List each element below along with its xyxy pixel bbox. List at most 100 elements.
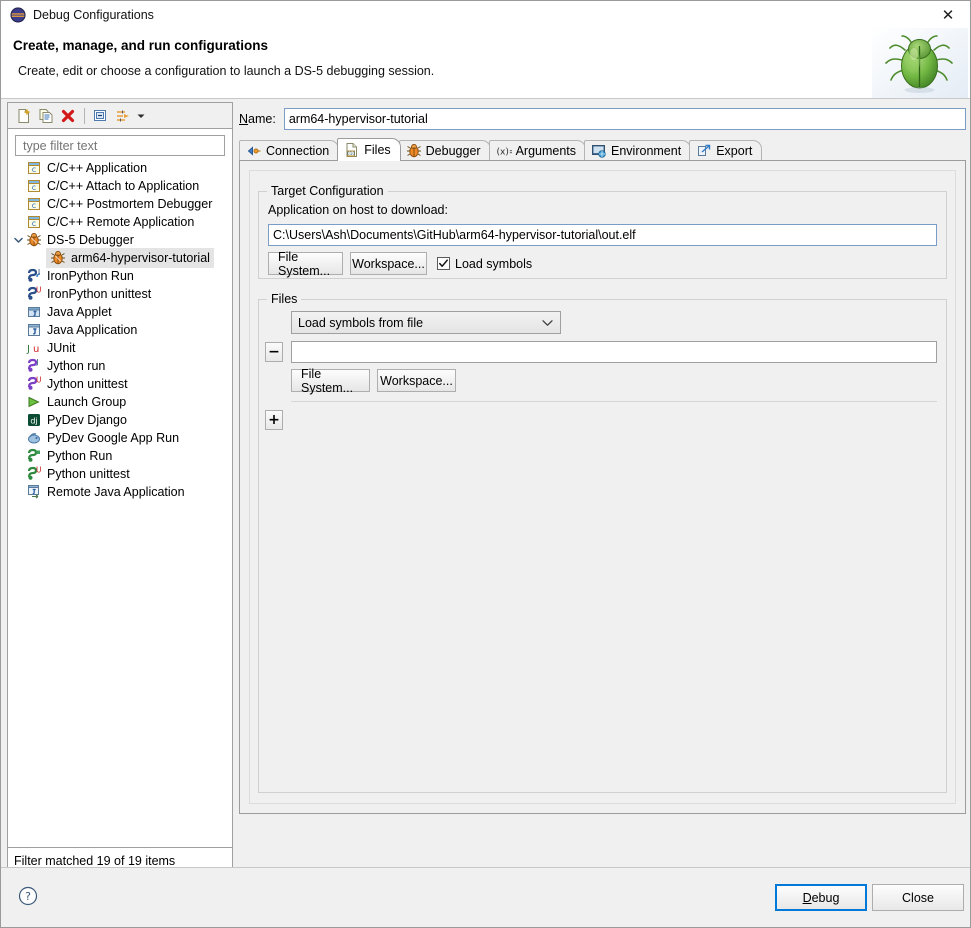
load-symbols-checkbox-wrapper[interactable]: Load symbols xyxy=(437,257,532,271)
tree-item-label: IronPython unittest xyxy=(47,287,152,301)
dialog-body: c C/C++ Application c C/C++ Attach to Ap… xyxy=(1,100,970,927)
load-symbols-label: Load symbols xyxy=(455,256,533,271)
svg-text:u: u xyxy=(33,344,39,355)
tree-item-java-application[interactable]: Java Application xyxy=(8,321,232,339)
export-icon xyxy=(696,143,712,159)
files-workspace-button[interactable]: Workspace... xyxy=(377,369,456,392)
tree-item-label: arm64-hypervisor-tutorial xyxy=(71,251,210,265)
files-file-system-button[interactable]: File System... xyxy=(291,367,370,395)
tree-item-label: IronPython Run xyxy=(47,269,134,283)
tree-item-python-unittest[interactable]: U Python unittest xyxy=(8,465,232,483)
tree-item-ironpython-run[interactable]: I IronPython Run xyxy=(8,267,232,285)
duplicate-configuration-icon[interactable] xyxy=(35,105,57,127)
add-file-entry-button[interactable]: + xyxy=(265,410,283,430)
tree-item-arm64-hypervisor-tutorial[interactable]: arm64-hypervisor-tutorial xyxy=(8,248,232,268)
tab-label: Debugger xyxy=(425,144,481,158)
cpp-application-icon: c xyxy=(26,196,42,212)
filter-input-wrapper[interactable] xyxy=(15,135,225,156)
tree-item-ds5-debugger[interactable]: DS-5 Debugger xyxy=(8,231,232,249)
debug-button[interactable]: Debug xyxy=(775,884,867,911)
filter-text-input[interactable] xyxy=(21,137,224,154)
cpp-application-icon: c xyxy=(26,214,42,230)
tree-item-label: Java Application xyxy=(47,323,138,337)
tree-items-list: c C/C++ Application c C/C++ Attach to Ap… xyxy=(8,159,232,501)
target-file-system-button[interactable]: File System... xyxy=(268,250,343,278)
remove-file-entry-button[interactable]: − xyxy=(265,342,283,362)
ironpython-unittest-icon: U xyxy=(26,286,42,302)
tree-item-pydev-google-app-run[interactable]: PyDev Google App Run xyxy=(8,429,232,447)
tree-item-jython-unittest[interactable]: U Jython unittest xyxy=(8,375,232,393)
tree-item-label: Jython unittest xyxy=(47,377,128,391)
svg-text:c: c xyxy=(32,183,36,192)
application-path-input[interactable] xyxy=(268,224,937,246)
close-label: Close xyxy=(902,890,934,905)
help-icon[interactable]: ? xyxy=(18,886,38,906)
name-label: Name: xyxy=(239,112,276,126)
tree-item-label: Remote Java Application xyxy=(47,485,185,499)
load-symbols-checkbox[interactable] xyxy=(437,257,450,270)
configurations-panel: c C/C++ Application c C/C++ Attach to Ap… xyxy=(7,102,233,874)
tree-item-ironpython-unittest[interactable]: U IronPython unittest xyxy=(8,285,232,303)
tree-item-label: Python unittest xyxy=(47,467,130,481)
debug-label: Debug xyxy=(802,890,840,905)
configuration-name-input[interactable] xyxy=(283,108,966,130)
svg-text:(x)=: (x)= xyxy=(496,148,512,158)
svg-text:c: c xyxy=(32,219,36,228)
tree-item-python-run[interactable]: Python Run xyxy=(8,447,232,465)
files-group-title: Files xyxy=(267,292,302,306)
file-action-combo[interactable]: Load symbols from file xyxy=(291,311,561,334)
files-tab-panel: Target Configuration Application on host… xyxy=(239,160,966,814)
close-window-button[interactable]: ✕ xyxy=(926,1,970,29)
target-configuration-title: Target Configuration xyxy=(267,184,388,198)
jython-run-icon: J xyxy=(26,358,42,374)
svg-text:I: I xyxy=(38,268,40,276)
tree-item-cpp-postmortem-debugger[interactable]: c C/C++ Postmortem Debugger xyxy=(8,195,232,213)
svg-text:U: U xyxy=(36,376,42,385)
files-tab-content: Target Configuration Application on host… xyxy=(249,170,956,804)
file-action-combo-value: Load symbols from file xyxy=(298,315,424,330)
close-button[interactable]: Close xyxy=(872,884,964,911)
collapse-all-icon[interactable] xyxy=(90,105,112,127)
tree-item-pydev-django[interactable]: dj PyDev Django xyxy=(8,411,232,429)
files-group: Files Load symbols from file − File Syst… xyxy=(258,292,947,793)
tree-item-label: Java Applet xyxy=(47,305,112,319)
tree-item-cpp-attach-to-application[interactable]: c C/C++ Attach to Application xyxy=(8,177,232,195)
tree-item-junit[interactable]: J u JUnit xyxy=(8,339,232,357)
tab-export[interactable]: Export xyxy=(689,140,763,161)
tree-item-cpp-application[interactable]: c C/C++ Application xyxy=(8,159,232,177)
tree-item-jython-run[interactable]: J Jython run xyxy=(8,357,232,375)
view-menu-chevron-icon[interactable] xyxy=(134,105,148,127)
tree-item-launch-group[interactable]: Launch Group xyxy=(8,393,232,411)
title-bar: Debug Configurations ✕ xyxy=(1,1,970,29)
tab-label: Files xyxy=(364,143,391,157)
chevron-down-icon[interactable] xyxy=(12,231,24,249)
target-configuration-group: Target Configuration Application on host… xyxy=(258,184,947,279)
connection-icon xyxy=(246,143,262,159)
tab-files[interactable]: 010 Files xyxy=(337,138,401,161)
tab-arguments[interactable]: (x)= Arguments xyxy=(488,140,587,161)
file-path-input[interactable] xyxy=(291,341,937,363)
ds5-debugger-bug-icon xyxy=(26,232,42,248)
name-row: Name: xyxy=(239,107,966,131)
tree-item-label: Jython run xyxy=(47,359,106,373)
dialog-footer: ? Debug Close xyxy=(1,867,970,927)
tab-label: Arguments xyxy=(515,144,577,158)
tree-item-java-applet[interactable]: Java Applet xyxy=(8,303,232,321)
tab-connection[interactable]: Connection xyxy=(239,140,340,161)
filter-launch-configurations-icon[interactable] xyxy=(112,105,134,127)
tree-item-label: DS-5 Debugger xyxy=(47,233,134,247)
svg-text:dj: dj xyxy=(30,417,37,426)
tab-environment[interactable]: Environment xyxy=(584,140,692,161)
target-workspace-button[interactable]: Workspace... xyxy=(350,252,427,275)
tree-item-label: C/C++ Remote Application xyxy=(47,215,195,229)
tree-item-cpp-remote-application[interactable]: c C/C++ Remote Application xyxy=(8,213,232,231)
configurations-toolbar xyxy=(7,102,233,128)
delete-configuration-icon[interactable] xyxy=(57,105,79,127)
tab-debugger[interactable]: Debugger xyxy=(398,140,491,161)
new-configuration-icon[interactable] xyxy=(13,105,35,127)
tree-item-label: C/C++ Application xyxy=(47,161,148,175)
tree-item-remote-java-application[interactable]: Remote Java Application xyxy=(8,483,232,501)
tab-label: Environment xyxy=(611,144,682,158)
debug-configurations-dialog: Debug Configurations ✕ Create, manage, a… xyxy=(0,0,971,928)
tree-item-label: Launch Group xyxy=(47,395,127,409)
